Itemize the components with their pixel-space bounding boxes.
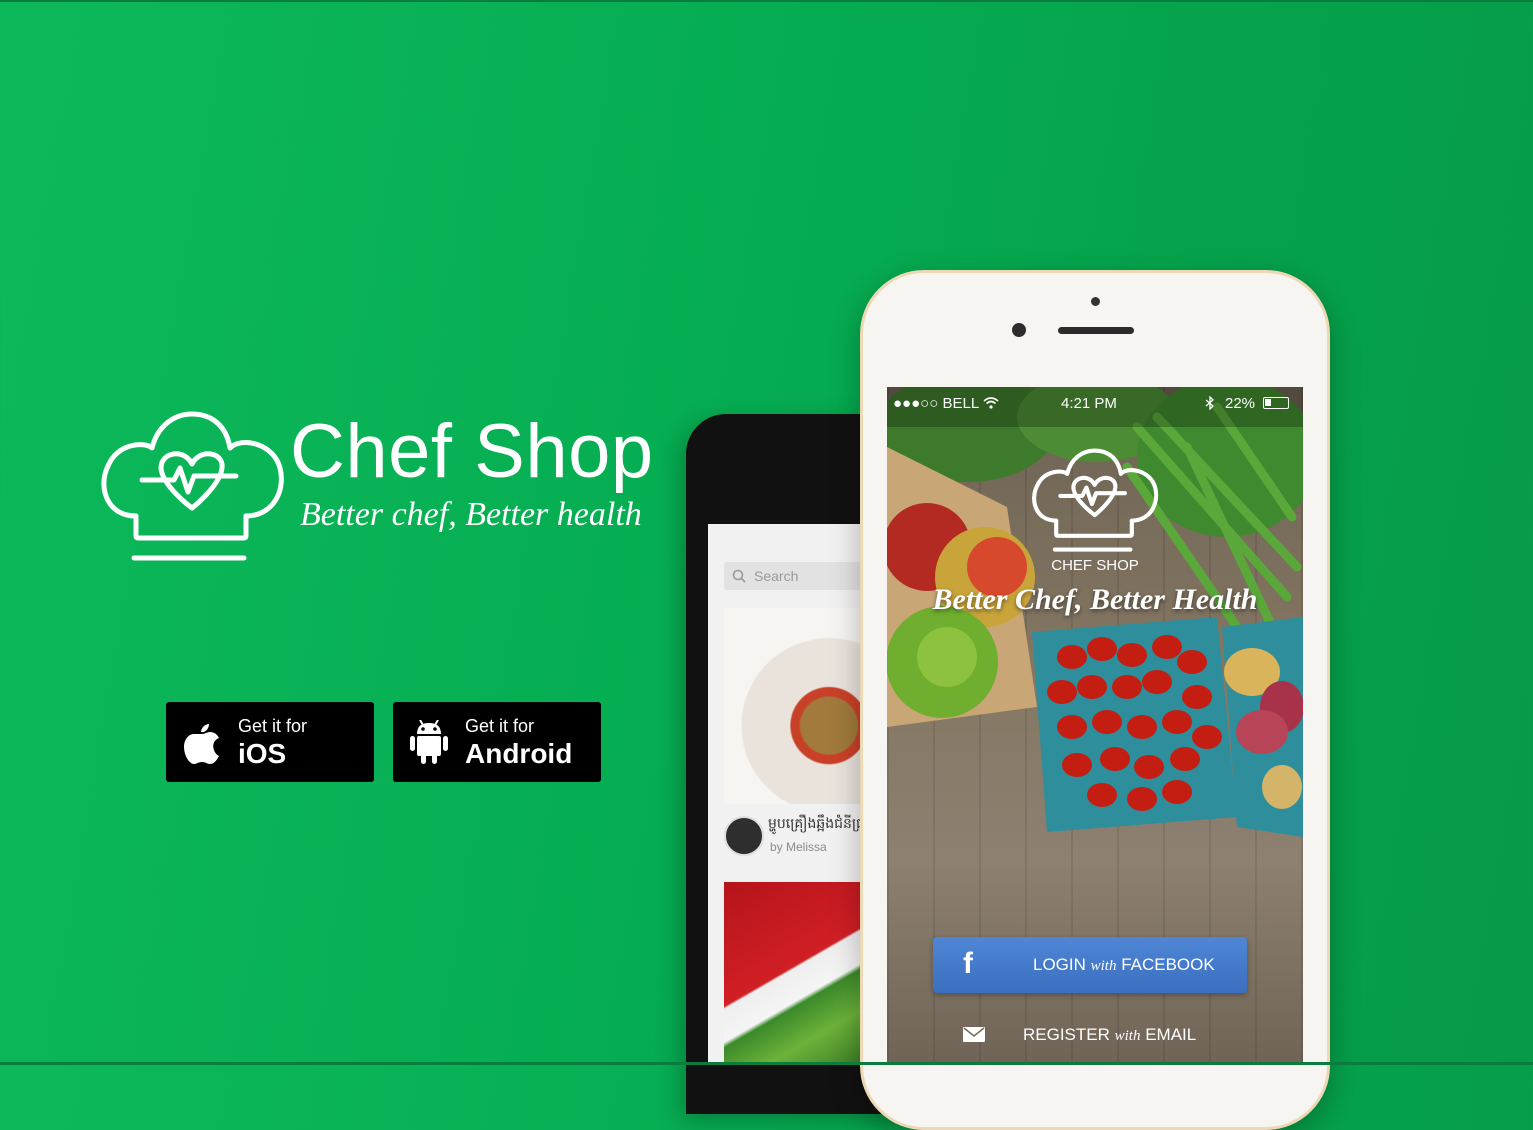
search-icon (732, 569, 746, 583)
status-bar: ●●●○○ BELL 4:21 PM 22% (887, 393, 1303, 415)
android-icon (410, 720, 448, 764)
ios-big-label: iOS (238, 738, 287, 769)
recipe-author: by Melissa (770, 840, 827, 854)
battery-percent: 22% (1225, 395, 1256, 412)
recipe-title[interactable]: ម្ហូបគ្រឿងឆ្អឹងជំនីជ្រូក (768, 814, 868, 835)
battery-icon (1263, 397, 1289, 409)
recipe-image[interactable] (724, 882, 868, 1065)
phone-speaker (1058, 327, 1134, 334)
front-phone-screen: ●●●○○ BELL 4:21 PM 22% CHEF SHOP Better … (887, 387, 1303, 1065)
search-input[interactable]: Search (724, 562, 868, 590)
search-placeholder: Search (754, 568, 799, 584)
login-facebook-label: LOGIN with FACEBOOK (1033, 955, 1215, 974)
android-small-label: Get it for (465, 716, 535, 736)
mail-icon (963, 1027, 985, 1042)
get-android-button[interactable]: Get it for Android (393, 702, 601, 782)
app-name: CHEF SHOP (1051, 557, 1139, 574)
facebook-icon: f (963, 947, 973, 980)
bluetooth-icon (1205, 396, 1214, 410)
brand-name: Chef Shop (290, 409, 654, 494)
register-email-label: REGISTER with EMAIL (1023, 1025, 1197, 1044)
phone-camera (1012, 323, 1026, 337)
brand-tagline: Better chef, Better health (300, 496, 642, 533)
top-border (0, 0, 1533, 2)
android-big-label: Android (465, 738, 573, 769)
chef-hat-logo-icon (1032, 448, 1159, 552)
login-facebook-button[interactable]: f LOGIN with FACEBOOK (933, 937, 1247, 993)
clock-label: 4:21 PM (1061, 395, 1117, 412)
register-email-button[interactable]: REGISTER with EMAIL (933, 1019, 1247, 1053)
chef-hat-logo-icon (101, 411, 284, 561)
apple-icon (184, 724, 219, 764)
carrier-label: ●●●○○ BELL (893, 395, 980, 412)
get-ios-button[interactable]: Get it for iOS (166, 702, 374, 782)
wifi-icon (983, 397, 999, 409)
avatar[interactable] (724, 816, 764, 856)
recipe-image[interactable] (724, 608, 868, 804)
ios-small-label: Get it for (238, 716, 308, 736)
back-phone-screen: Search ម្ហូបគ្រឿងឆ្អឹងជំនីជ្រូក by Melis… (708, 524, 868, 1065)
phone-sensor (1091, 297, 1100, 306)
app-tagline: Better Chef, Better Health (932, 583, 1258, 616)
